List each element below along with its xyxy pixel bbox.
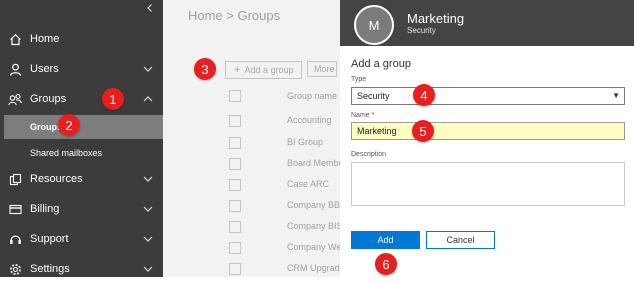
step-callout-2: 2 bbox=[58, 114, 80, 136]
billing-icon bbox=[8, 202, 22, 216]
headset-icon bbox=[8, 232, 22, 246]
group-name[interactable]: Case ARC bbox=[287, 179, 329, 189]
step-callout-1: 1 bbox=[102, 88, 124, 110]
nav-item-users[interactable]: Users bbox=[0, 54, 163, 84]
panel-header: M Marketing Security bbox=[340, 0, 634, 46]
type-select-value: Security bbox=[357, 91, 390, 101]
description-field[interactable] bbox=[351, 162, 625, 206]
nav-item-label: Home bbox=[30, 33, 60, 45]
cancel-button[interactable]: Cancel bbox=[426, 231, 495, 249]
row-checkbox[interactable] bbox=[229, 221, 241, 233]
step-callout-3: 3 bbox=[194, 58, 216, 80]
group-name[interactable]: CRM Upgrade bbox=[287, 263, 345, 273]
name-label: Name * bbox=[351, 112, 375, 119]
chevron-down-icon bbox=[142, 203, 154, 215]
left-navigation: Home Users Groups Groups Shared mailboxe… bbox=[0, 0, 163, 277]
add-group-command[interactable]: + Add a group bbox=[225, 61, 302, 79]
nav-item-label: Users bbox=[30, 63, 59, 75]
gear-icon bbox=[8, 262, 22, 276]
name-field[interactable]: Marketing bbox=[351, 122, 625, 140]
select-all-checkbox[interactable] bbox=[229, 90, 241, 102]
row-checkbox[interactable] bbox=[229, 200, 241, 212]
more-command[interactable]: More bbox=[307, 61, 337, 77]
group-name[interactable]: BI Group bbox=[287, 137, 323, 147]
nav-item-groups[interactable]: Groups bbox=[0, 84, 163, 114]
column-header-group-name[interactable]: Group name bbox=[287, 91, 337, 101]
row-checkbox[interactable] bbox=[229, 158, 241, 170]
nav-subitem-groups[interactable]: Groups bbox=[4, 115, 163, 139]
groups-icon bbox=[8, 92, 22, 106]
home-icon bbox=[8, 32, 22, 46]
nav-subitem-label: Shared mailboxes bbox=[30, 148, 103, 158]
group-name[interactable]: Accounting bbox=[287, 115, 332, 125]
group-name[interactable]: Company BBC bbox=[287, 200, 347, 210]
name-field-value: Marketing bbox=[357, 126, 397, 136]
chevron-down-icon bbox=[142, 173, 154, 185]
row-checkbox[interactable] bbox=[229, 179, 241, 191]
nav-item-label: Groups bbox=[30, 93, 67, 105]
description-label: Description bbox=[351, 151, 387, 158]
chevron-up-icon bbox=[142, 93, 154, 105]
panel-subtitle: Security bbox=[407, 26, 436, 35]
chevron-down-icon bbox=[142, 263, 154, 275]
form-title: Add a group bbox=[351, 58, 411, 70]
nav-item-billing[interactable]: Billing bbox=[0, 194, 163, 224]
panel-title: Marketing bbox=[407, 11, 465, 26]
more-command-label: More bbox=[314, 64, 335, 74]
plus-icon: + bbox=[234, 64, 241, 76]
step-callout-4: 4 bbox=[413, 84, 435, 106]
type-label: Type bbox=[351, 76, 367, 83]
chevron-left-icon[interactable] bbox=[143, 2, 157, 16]
nav-item-home[interactable]: Home bbox=[0, 24, 163, 54]
avatar: M bbox=[354, 5, 394, 45]
chevron-down-icon bbox=[142, 63, 154, 75]
row-checkbox[interactable] bbox=[229, 263, 241, 275]
nav-item-resources[interactable]: Resources bbox=[0, 164, 163, 194]
add-group-command-label: Add a group bbox=[244, 65, 294, 75]
caret-down-icon: ▼ bbox=[612, 91, 620, 100]
nav-item-label: Billing bbox=[30, 203, 60, 215]
row-checkbox[interactable] bbox=[229, 242, 241, 254]
nav-item-label: Support bbox=[30, 233, 69, 245]
user-icon bbox=[8, 62, 22, 76]
add-button[interactable]: Add bbox=[351, 231, 420, 249]
nav-item-support[interactable]: Support bbox=[0, 224, 163, 254]
group-name[interactable]: Company BIS bbox=[287, 221, 343, 231]
nav-item-label: Resources bbox=[30, 173, 83, 185]
breadcrumb: Home > Groups bbox=[188, 8, 281, 23]
add-group-panel: M Marketing Security Add a group Type Se… bbox=[340, 0, 634, 277]
group-name[interactable]: Company We bbox=[287, 242, 341, 252]
step-callout-6: 6 bbox=[375, 253, 397, 275]
chevron-down-icon bbox=[142, 233, 154, 245]
step-callout-5: 5 bbox=[412, 120, 434, 142]
type-select[interactable]: Security ▼ bbox=[351, 87, 625, 105]
nav-subitem-shared-mailboxes[interactable]: Shared mailboxes bbox=[0, 141, 163, 165]
row-checkbox[interactable] bbox=[229, 137, 241, 149]
resources-icon bbox=[8, 172, 22, 186]
nav-item-label: Settings bbox=[30, 263, 70, 275]
row-checkbox[interactable] bbox=[229, 115, 241, 127]
nav-item-settings[interactable]: Settings bbox=[0, 254, 163, 284]
